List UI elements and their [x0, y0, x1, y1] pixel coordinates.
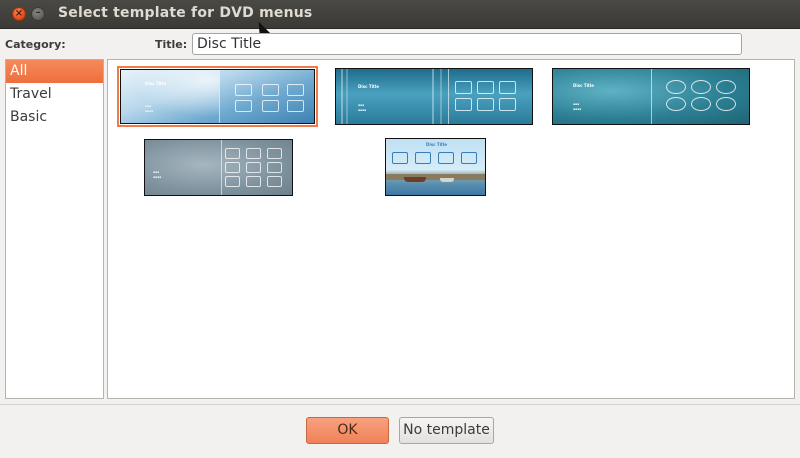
title-bar: × – Select template for DVD menus	[0, 0, 800, 29]
category-item-basic[interactable]: Basic	[6, 106, 103, 129]
title-input[interactable]	[192, 33, 742, 55]
template-thumbnail-3[interactable]: Disc Title ▪▪▪ ▪▪▪▪	[552, 68, 750, 125]
template-grid: Disc Title ▪▪▪ ▪▪▪▪ Disc Title ▪▪▪ ▪▪▪▪ Di…	[107, 59, 795, 399]
preview-subtitle: ▪▪▪ ▪▪▪▪	[573, 102, 582, 111]
button-area-separator	[0, 404, 800, 405]
close-window-button[interactable]: ×	[12, 7, 26, 21]
minimize-window-button[interactable]: –	[31, 7, 45, 21]
preview-subtitle: ▪▪▪ ▪▪▪▪	[358, 103, 367, 112]
ok-button[interactable]: OK	[306, 417, 389, 444]
preview-title: Disc Title	[573, 83, 594, 88]
category-item-travel[interactable]: Travel	[6, 83, 103, 106]
template-thumbnail-5[interactable]: Disc Title	[385, 138, 486, 196]
preview-title: Disc Title	[426, 142, 447, 147]
preview-title: Disc Title	[358, 84, 379, 89]
preview-subtitle: ▪▪▪ ▪▪▪▪	[153, 170, 162, 179]
title-label: Title:	[155, 38, 188, 51]
no-template-button[interactable]: No template	[399, 417, 494, 444]
category-label: Category:	[5, 38, 66, 51]
preview-title: Disc Title	[145, 81, 166, 86]
template-thumbnail-2[interactable]: Disc Title ▪▪▪ ▪▪▪▪	[335, 68, 533, 125]
category-list: All Travel Basic	[5, 59, 104, 399]
template-thumbnail-4[interactable]: ▪▪▪ ▪▪▪▪	[144, 139, 293, 196]
preview-subtitle: ▪▪▪ ▪▪▪▪	[145, 104, 154, 113]
template-thumbnail-1[interactable]: Disc Title ▪▪▪ ▪▪▪▪	[117, 66, 318, 127]
category-item-all[interactable]: All	[6, 60, 103, 83]
window-title: Select template for DVD menus	[58, 5, 313, 21]
